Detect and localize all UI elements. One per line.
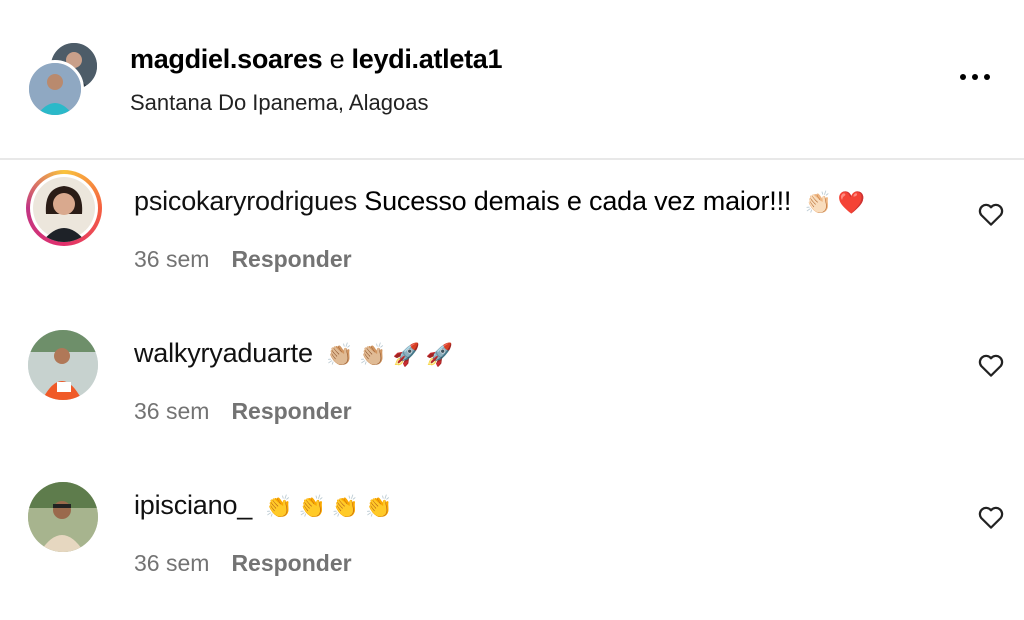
post-authors: magdiel.soares e leydi.atleta1 xyxy=(130,44,503,75)
clap-emoji: 👏 xyxy=(265,493,293,519)
comment-item: walkyryaduarte 👏🏼 👏🏼 🚀 🚀 36 sem Responder xyxy=(0,328,1024,468)
heart-outline-icon[interactable] xyxy=(976,350,1006,380)
reply-button[interactable]: Responder xyxy=(231,550,351,576)
clap-emoji: 👏 xyxy=(331,493,359,519)
comment-username[interactable]: ipisciano_ xyxy=(134,490,252,520)
avatar[interactable] xyxy=(28,482,98,552)
author-link[interactable]: magdiel.soares xyxy=(130,44,323,74)
heart-emoji: ❤️ xyxy=(837,189,865,215)
rocket-emoji: 🚀 xyxy=(392,341,420,367)
comment-text: ipisciano_ 👏 👏 👏 👏 xyxy=(134,490,392,521)
avatar[interactable] xyxy=(28,330,98,400)
comment-username[interactable]: walkyryaduarte xyxy=(134,338,313,368)
comment-text: walkyryaduarte 👏🏼 👏🏼 🚀 🚀 xyxy=(134,338,453,369)
post-header: magdiel.soares e leydi.atleta1 Santana D… xyxy=(0,0,1024,160)
heart-outline-icon[interactable] xyxy=(976,502,1006,532)
collab-avatars[interactable] xyxy=(26,40,100,120)
clap-emoji: 👏🏻 xyxy=(804,189,832,215)
reply-button[interactable]: Responder xyxy=(231,398,351,424)
comment-meta: 36 sem Responder xyxy=(134,550,352,577)
comment-item: ipisciano_ 👏 👏 👏 👏 36 sem Responder xyxy=(0,480,1024,620)
comment-time: 36 sem xyxy=(134,550,210,576)
heart-outline-icon[interactable] xyxy=(976,199,1006,229)
rocket-emoji: 🚀 xyxy=(425,341,453,367)
reply-button[interactable]: Responder xyxy=(231,246,351,272)
author-link[interactable]: leydi.atleta1 xyxy=(352,44,503,74)
author-connector: e xyxy=(322,44,352,74)
clap-emoji: 👏🏼 xyxy=(326,341,354,367)
comment-username[interactable]: psicokaryrodrigues xyxy=(134,186,357,216)
avatar[interactable] xyxy=(26,60,84,118)
comment-time: 36 sem xyxy=(134,398,210,424)
clap-emoji: 👏 xyxy=(365,493,393,519)
divider xyxy=(0,158,1024,160)
clap-emoji: 👏🏼 xyxy=(359,341,387,367)
more-options-icon[interactable] xyxy=(956,62,994,92)
comment-item: psicokaryrodrigues Sucesso demais e cada… xyxy=(0,170,1024,310)
avatar xyxy=(33,177,95,242)
comment-body: Sucesso demais e cada vez maior!!! xyxy=(357,186,792,216)
comment-time: 36 sem xyxy=(134,246,210,272)
avatar-story-ring[interactable] xyxy=(26,170,102,246)
comment-text: psicokaryrodrigues Sucesso demais e cada… xyxy=(134,186,865,217)
clap-emoji: 👏 xyxy=(298,493,326,519)
location-link[interactable]: Santana Do Ipanema, Alagoas xyxy=(130,90,428,116)
comment-meta: 36 sem Responder xyxy=(134,246,352,273)
comment-meta: 36 sem Responder xyxy=(134,398,352,425)
